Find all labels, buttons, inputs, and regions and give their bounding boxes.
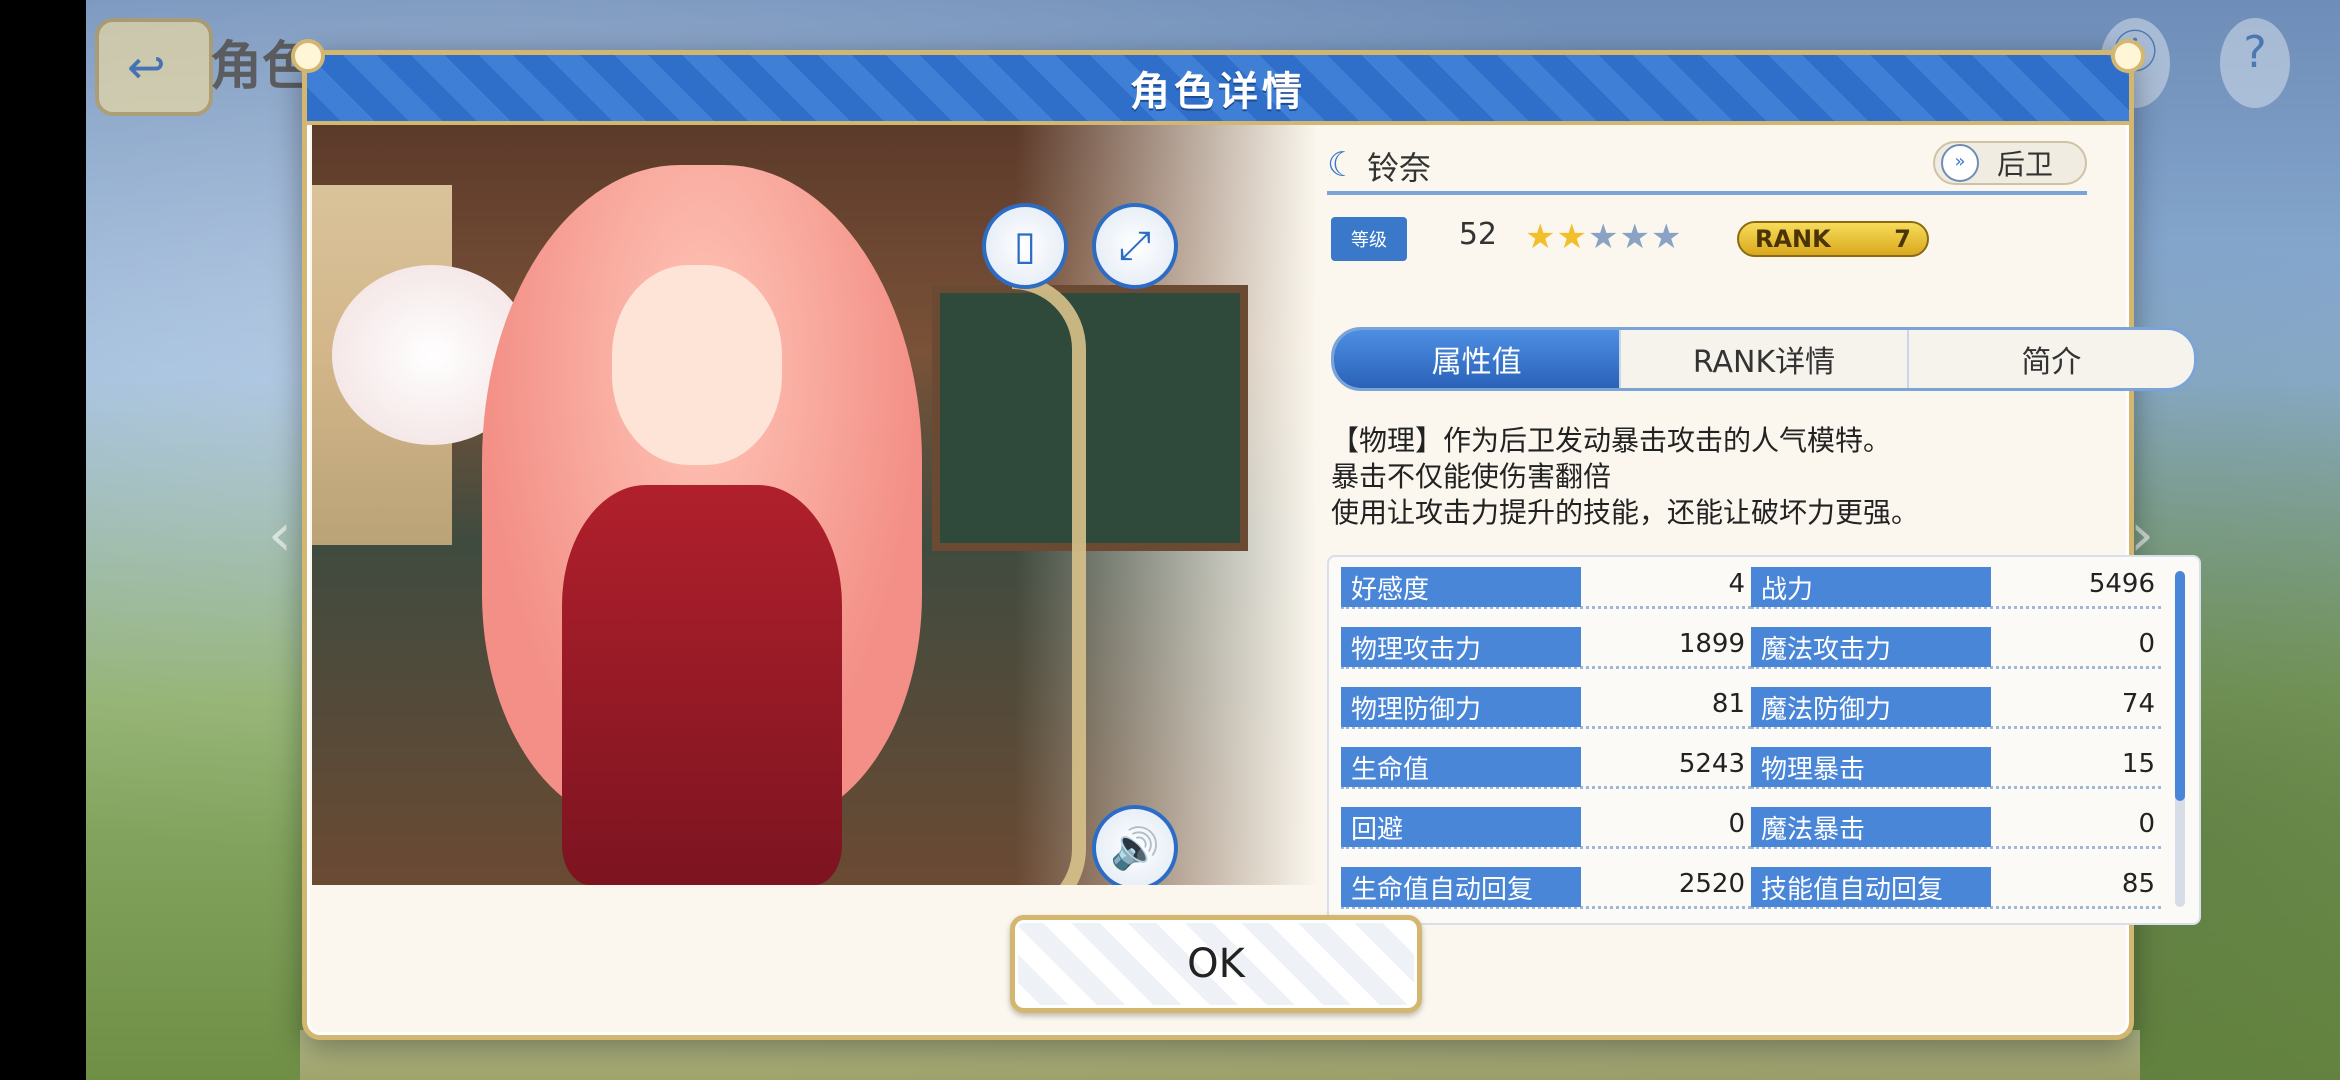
left-black-bar [0, 0, 86, 1080]
art-outfit [562, 485, 842, 885]
prev-arrow-icon[interactable]: ‹ [268, 500, 292, 570]
rank-value: 7 [1894, 225, 1911, 253]
rear-guard-icon: » [1941, 144, 1979, 182]
corner-ornament [2111, 39, 2145, 73]
stat-label: 生命值自动回复 [1341, 867, 1581, 907]
art-face [612, 265, 782, 465]
star-rating: ★★★★★ [1525, 217, 1682, 257]
tab-profile[interactable]: 简介 [1909, 330, 2194, 388]
stat-row: 物理防御力 81 [1341, 687, 1751, 729]
stat-value: 85 [2121, 869, 2155, 899]
stat-value: 0 [2138, 629, 2155, 659]
level-value: 52 [1458, 217, 1497, 252]
stat-row: 好感度 4 [1341, 567, 1751, 609]
stat-row: 回避 0 [1341, 807, 1751, 849]
voice-button[interactable]: 🔊 [1092, 805, 1178, 885]
character-name: 铃奈 [1367, 149, 1432, 187]
role-badge: » 后卫 [1933, 141, 2087, 185]
name-row: ☾ 铃奈 » 后卫 [1327, 135, 2087, 195]
tab-attributes[interactable]: 属性值 [1334, 330, 1622, 388]
description-line: 暴击不仅能使伤害翻倍 [1331, 460, 1612, 493]
stat-label: 生命值 [1341, 747, 1581, 787]
stats-panel: 好感度 4 战力 5496 物理攻击力 1899 魔法攻击力 0 物理防御力 81 魔法防… [1327, 555, 2201, 925]
stat-row: 战力 5496 [1751, 567, 2161, 609]
rank-label: RANK [1755, 225, 1831, 253]
scrollbar-thumb[interactable] [2175, 571, 2185, 801]
character-detail-dialog: 角色详情 ▯ ⤢ 🔊 ☾ 铃奈 » 后卫 等级 52 ★★★★★ RANK 7 … [291, 39, 2201, 1040]
stat-value: 5243 [1678, 749, 1745, 779]
art-chalkboard [932, 285, 1248, 551]
stat-value: 0 [2138, 809, 2155, 839]
stat-value: 81 [1711, 689, 1745, 719]
stat-row: 生命值 5243 [1341, 747, 1751, 789]
stat-row: 魔法攻击力 0 [1751, 627, 2161, 669]
level-row: 等级 52 ★★★★★ RANK 7 [1327, 213, 2087, 263]
stats-scrollbar[interactable] [2175, 571, 2185, 907]
help-icon[interactable]: ? [2220, 18, 2290, 108]
stat-value: 5496 [2088, 569, 2155, 599]
card-frame-icon: ▯ [1013, 223, 1036, 269]
ok-button[interactable]: OK [1010, 915, 1422, 1013]
stat-label: 魔法暴击 [1751, 807, 1991, 847]
stat-row: 技能值自动回复 85 [1751, 867, 2161, 909]
stat-value: 2520 [1678, 869, 1745, 899]
card-view-button[interactable]: ▯ [982, 203, 1068, 289]
stat-label: 好感度 [1341, 567, 1581, 607]
stat-row: 生命值自动回复 2520 [1341, 867, 1751, 909]
tab-rank-details[interactable]: RANK详情 [1621, 330, 1909, 388]
corner-ornament [291, 39, 325, 73]
role-label: 后卫 [1997, 148, 2054, 181]
stat-row: 魔法防御力 74 [1751, 687, 2161, 729]
stat-row: 魔法暴击 0 [1751, 807, 2161, 849]
stat-value: 15 [2121, 749, 2155, 779]
star-icon: ★ [1525, 217, 1557, 257]
stats-grid: 好感度 4 战力 5496 物理攻击力 1899 魔法攻击力 0 物理防御力 81 魔法防… [1341, 567, 2161, 909]
rank-badge: RANK 7 [1737, 221, 1929, 257]
stat-value: 1899 [1678, 629, 1745, 659]
star-icon: ★ [1587, 217, 1620, 257]
character-description: 【物理】作为后卫发动暴击攻击的人气模特。 暴击不仅能使伤害翻倍 使用让攻击力提升… [1331, 423, 2191, 531]
expand-arrows-icon: ⤢ [1119, 223, 1151, 269]
stat-label: 回避 [1341, 807, 1581, 847]
element-swirl-icon: ☾ [1327, 145, 1358, 185]
stat-row: 物理攻击力 1899 [1341, 627, 1751, 669]
description-line: 【物理】作为后卫发动暴击攻击的人气模特。 [1331, 424, 1892, 457]
back-arrow-icon: ↩ [127, 40, 166, 94]
stat-value: 0 [1728, 809, 1745, 839]
stat-label: 战力 [1751, 567, 1991, 607]
speaker-icon: 🔊 [1110, 825, 1160, 872]
stat-label: 魔法攻击力 [1751, 627, 1991, 667]
back-button[interactable]: ↩ [95, 18, 213, 116]
stat-label: 技能值自动回复 [1751, 867, 1991, 907]
stat-label: 物理攻击力 [1341, 627, 1581, 667]
stat-value: 74 [2121, 689, 2155, 719]
dialog-header: 角色详情 [307, 55, 2129, 125]
detail-tabs: 属性值 RANK详情 简介 [1331, 327, 2197, 391]
star-icon: ★ [1619, 217, 1651, 257]
stat-label: 魔法防御力 [1751, 687, 1991, 727]
stat-label: 物理暴击 [1751, 747, 1991, 787]
character-art: ▯ ⤢ 🔊 [312, 125, 1317, 885]
stat-row: 物理暴击 15 [1751, 747, 2161, 789]
dialog-title: 角色详情 [1130, 69, 1306, 115]
stat-value: 4 [1728, 569, 1745, 599]
fullscreen-button[interactable]: ⤢ [1092, 203, 1178, 289]
stat-label: 物理防御力 [1341, 687, 1581, 727]
star-icon: ★ [1650, 217, 1683, 257]
star-icon: ★ [1556, 217, 1588, 257]
description-line: 使用让攻击力提升的技能，还能让破坏力更强。 [1331, 496, 1920, 529]
level-tag: 等级 [1331, 217, 1407, 261]
art-bow [1012, 275, 1086, 885]
